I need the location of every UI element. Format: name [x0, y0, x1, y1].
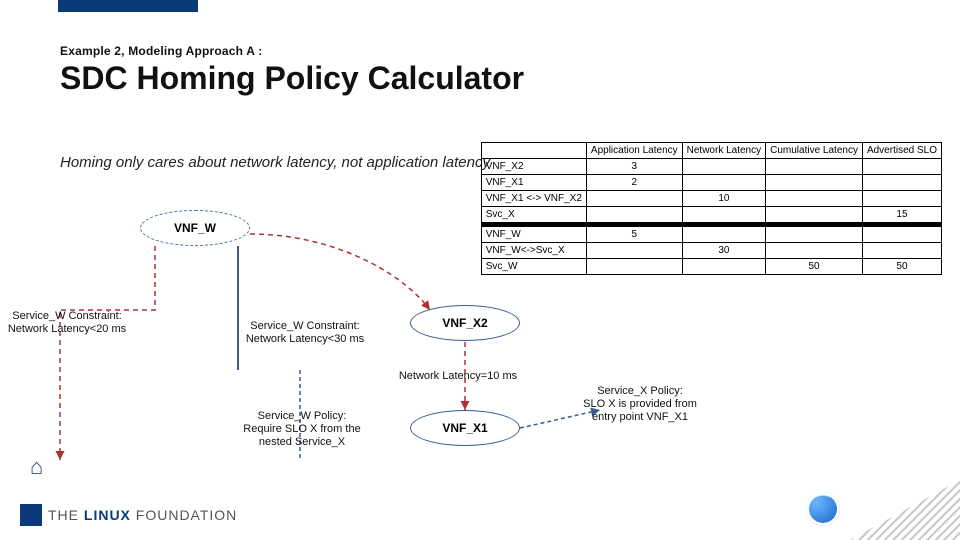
cell: 3: [586, 159, 682, 175]
eyebrow-text: Example 2, Modeling Approach A :: [60, 44, 524, 58]
annotation-constraint-20: Service_W Constraint: Network Latency<20…: [2, 310, 132, 336]
page-title: SDC Homing Policy Calculator: [60, 60, 524, 97]
att-logo-icon: [806, 492, 840, 526]
diagram-area: VNF_W VNF_X2 VNF_X1 Service_W Constraint…: [0, 210, 960, 470]
node-vnf-w: VNF_W: [140, 210, 250, 246]
row-label: VNF_X1: [481, 175, 586, 191]
annotation-policy-w: Service_W Policy: Require SLO X from the…: [222, 410, 382, 450]
col-cum-latency: Cumulative Latency: [766, 143, 863, 159]
annotation-link-latency: Network Latency=10 ms: [370, 370, 546, 383]
node-label: VNF_X2: [442, 316, 487, 330]
col-blank: [481, 143, 586, 159]
cell: [682, 159, 765, 175]
cell: 10: [682, 191, 765, 207]
row-label: VNF_X2: [481, 159, 586, 175]
cell: 2: [586, 175, 682, 191]
annotation-policy-x: Service_X Policy: SLO X is provided from…: [560, 385, 720, 425]
table-row: VNF_X1 <-> VNF_X2 10: [481, 191, 941, 207]
col-net-latency: Network Latency: [682, 143, 765, 159]
cell: [766, 159, 863, 175]
cell: [586, 191, 682, 207]
col-app-latency: Application Latency: [586, 143, 682, 159]
cell: [862, 175, 941, 191]
table-header-row: Application Latency Network Latency Cumu…: [481, 143, 941, 159]
col-adv-slo: Advertised SLO: [862, 143, 941, 159]
accent-bar: [58, 0, 198, 12]
table-row: VNF_X2 3: [481, 159, 941, 175]
lf-logo-text: THE LINUX FOUNDATION: [48, 507, 237, 523]
node-label: VNF_W: [174, 221, 216, 235]
footer-linux-foundation: THE LINUX FOUNDATION: [20, 504, 237, 526]
cell: [682, 175, 765, 191]
table-row: VNF_X1 2: [481, 175, 941, 191]
cell: [766, 191, 863, 207]
subtitle: Homing only cares about network latency,…: [60, 154, 490, 171]
home-icon: ⌂: [30, 454, 43, 480]
cell: [862, 159, 941, 175]
top-bar: [0, 0, 960, 30]
node-vnf-x1: VNF_X1: [410, 410, 520, 446]
node-label: VNF_X1: [442, 421, 487, 435]
cell: [862, 191, 941, 207]
annotation-constraint-30: Service_W Constraint: Network Latency<30…: [230, 320, 380, 346]
connector-lines: [0, 210, 960, 510]
node-vnf-x2: VNF_X2: [410, 305, 520, 341]
header: Example 2, Modeling Approach A : SDC Hom…: [60, 44, 524, 97]
lf-logo-icon: [20, 504, 42, 526]
row-label: VNF_X1 <-> VNF_X2: [481, 191, 586, 207]
corner-hatch: [850, 480, 960, 540]
cell: [766, 175, 863, 191]
